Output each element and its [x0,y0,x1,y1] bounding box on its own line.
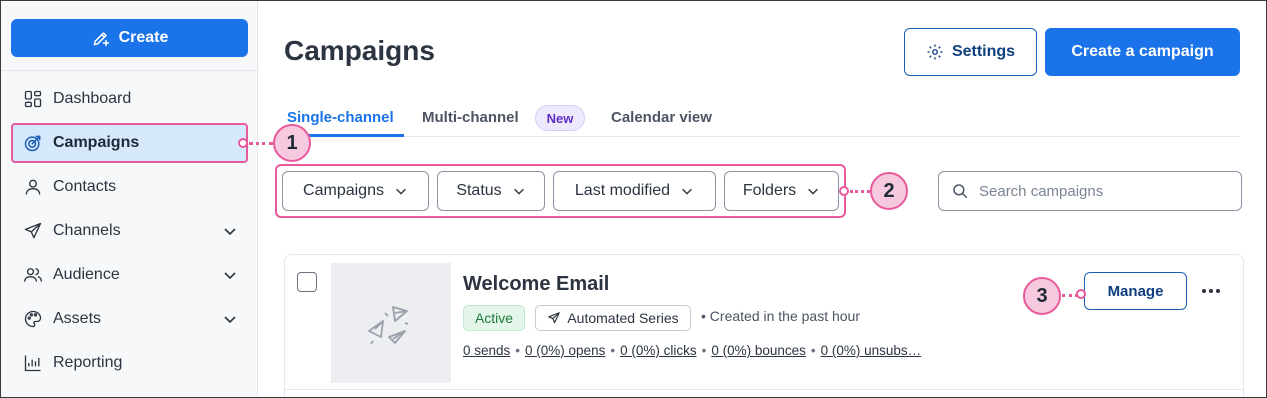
sidebar-item-dashboard[interactable]: Dashboard [11,79,248,119]
callout-2: 2 [870,172,908,210]
settings-button-label: Settings [951,43,1016,60]
sidebar-item-label: Contacts [53,178,117,195]
palette-icon [24,310,42,328]
campaign-name[interactable]: Welcome Email [463,273,609,296]
filter-label: Status [456,182,502,199]
sidebar-item-contacts[interactable]: Contacts [11,167,248,207]
create-button[interactable]: Create [11,19,248,57]
status-badge: Active [463,305,525,331]
sidebar-item-label: Reporting [53,354,123,371]
campaign-thumbnail [331,263,451,383]
paper-plane-icon [24,222,42,239]
dot [1202,289,1206,293]
callout-1: 1 [273,124,311,162]
target-icon [24,135,41,152]
campaign-stats: 0 sends • 0 (0%) opens • 0 (0%) clicks • 0 (0%… [463,343,963,358]
person-icon [25,179,41,195]
stat-clicks-link[interactable]: 0 (0%) clicks [620,343,697,358]
search-icon [953,184,968,199]
tab-calendar-view[interactable]: Calendar view [611,109,712,126]
sidebar-item-label: Assets [53,310,102,327]
people-icon [24,268,42,282]
search-placeholder: Search campaigns [979,182,1104,200]
create-button-label: Create [118,29,169,46]
chart-icon [24,355,41,372]
callout-connector [850,190,870,193]
separator: • [701,343,707,358]
chevron-down-icon [224,272,236,280]
filter-label: Campaigns [303,182,384,199]
filter-status-dropdown[interactable]: Status [437,171,545,211]
chevron-down-icon [682,188,692,195]
sidebar-item-label: Campaigns [53,134,140,151]
filter-last-modified-dropdown[interactable]: Last modified [553,171,716,211]
sidebar-item-reporting[interactable]: Reporting [11,343,248,383]
sidebar-item-label: Dashboard [53,90,132,107]
chevron-down-icon [808,188,819,195]
dot [1209,289,1213,293]
card-divider [284,389,1244,390]
callout-anchor [238,138,248,148]
new-badge: New [535,105,585,131]
pencil-plus-icon [93,32,109,47]
tab-bar: Single-channel Multi-channel Calendar vi… [284,101,1240,137]
filter-folders-dropdown[interactable]: Folders [724,171,839,211]
callout-anchor [839,186,849,196]
created-time: • Created in the past hour [701,308,860,324]
paper-planes-icon [368,306,409,345]
chevron-down-icon [224,316,236,324]
sidebar-item-channels[interactable]: Channels [11,211,248,251]
chevron-down-icon [396,188,406,195]
campaign-select-checkbox[interactable] [297,272,317,292]
filter-label: Last modified [574,182,671,199]
paper-plane-icon [548,312,561,324]
campaign-type-badge: Automated Series [535,305,691,331]
chevron-down-icon [224,228,236,236]
sidebar-item-campaigns[interactable]: Campaigns [11,123,248,163]
sidebar-item-audience[interactable]: Audience [11,255,248,295]
tab-single-channel[interactable]: Single-channel [287,109,394,126]
separator: • [515,343,521,358]
separator: • [810,343,816,358]
tab-multi-channel[interactable]: Multi-channel [422,109,519,126]
search-input[interactable]: Search campaigns [938,171,1242,211]
stat-sends-link[interactable]: 0 sends [463,343,510,358]
bullet: • [701,308,710,324]
sidebar: Create Dashboard Campaigns Contacts Chan… [1,1,258,397]
campaign-type-label: Automated Series [567,310,679,326]
filter-label: Folders [742,182,797,199]
callout-anchor [1076,289,1086,299]
stat-unsubs-link[interactable]: 0 (0%) unsubs… [821,343,922,358]
stat-opens-link[interactable]: 0 (0%) opens [525,343,605,358]
chevron-down-icon [513,188,524,195]
dot [1216,289,1220,293]
callout-connector [249,142,273,145]
create-campaign-button[interactable]: Create a campaign [1045,28,1240,76]
app-window: Create Dashboard Campaigns Contacts Chan… [0,0,1267,398]
sidebar-item-label: Audience [53,266,120,283]
more-options-button[interactable] [1199,281,1223,301]
manage-button[interactable]: Manage [1084,272,1187,310]
sidebar-item-assets[interactable]: Assets [11,299,248,339]
gear-icon [927,44,943,60]
separator: • [610,343,616,358]
settings-button[interactable]: Settings [904,28,1037,76]
sidebar-divider [1,70,258,71]
sidebar-item-label: Channels [53,222,121,239]
page-title: Campaigns [284,35,435,66]
dashboard-icon [24,90,42,108]
stat-bounces-link[interactable]: 0 (0%) bounces [711,343,806,358]
callout-3: 3 [1023,277,1061,315]
filter-campaigns-dropdown[interactable]: Campaigns [282,171,429,211]
created-text: Created in the past hour [709,308,861,324]
